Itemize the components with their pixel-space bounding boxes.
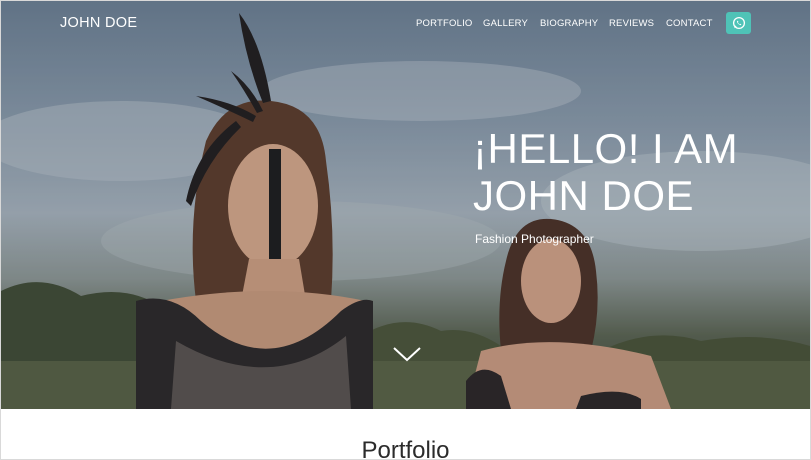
top-navigation: JOHN DOE PORTFOLIO GALLERY BIOGRAPHY REV… xyxy=(1,1,810,47)
hero-section: JOHN DOE PORTFOLIO GALLERY BIOGRAPHY REV… xyxy=(1,1,810,409)
nav-item-gallery[interactable]: GALLERY xyxy=(483,18,528,29)
hero-headline: ¡HELLO! I AM JOHN DOE xyxy=(473,125,738,219)
nav-item-biography[interactable]: BIOGRAPHY xyxy=(540,18,598,29)
page: JOHN DOE PORTFOLIO GALLERY BIOGRAPHY REV… xyxy=(0,0,811,460)
portfolio-section-title: Portfolio xyxy=(361,437,450,460)
chevron-down-icon[interactable] xyxy=(392,344,422,364)
nav-item-reviews[interactable]: REVIEWS xyxy=(609,18,654,29)
nav-item-portfolio[interactable]: PORTFOLIO xyxy=(416,18,473,29)
hero-subtitle: Fashion Photographer xyxy=(475,232,594,246)
nav-item-contact[interactable]: CONTACT xyxy=(666,18,713,29)
hero-headline-line-2: JOHN DOE xyxy=(473,172,695,219)
whatsapp-button[interactable] xyxy=(726,12,751,34)
hero-headline-line-1: ¡HELLO! I AM xyxy=(473,125,739,172)
nav-menu: PORTFOLIO GALLERY BIOGRAPHY REVIEWS CONT… xyxy=(1,18,810,32)
whatsapp-icon xyxy=(732,16,745,30)
